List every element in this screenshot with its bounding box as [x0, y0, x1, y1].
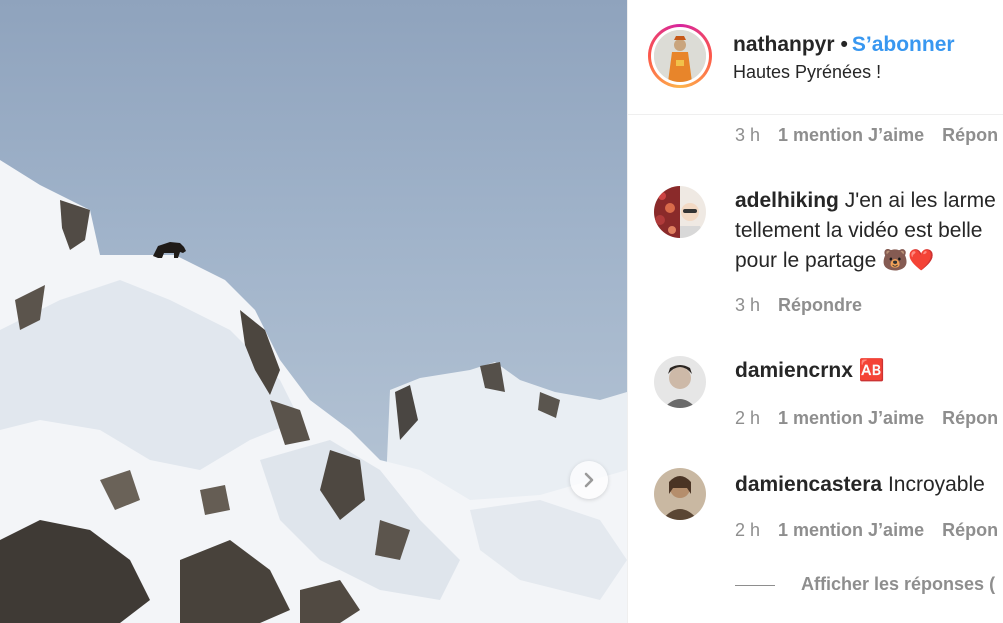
comment-body: adelhiking J'en ai les larme tellement l… — [735, 186, 996, 276]
mountain-illustration — [0, 160, 627, 623]
next-photo-button[interactable] — [570, 461, 608, 499]
comment-text: Incroyable — [887, 473, 985, 496]
likes-count-link[interactable]: 1 mention J’aime — [778, 408, 924, 428]
likes-count-link[interactable]: 1 mention J’aime — [778, 520, 924, 540]
comment-meta-row: 3 h 1 mention J’aime Répon — [735, 125, 1003, 146]
post-photo — [0, 0, 627, 623]
reply-button[interactable]: Répon — [942, 125, 998, 145]
comment-time: 3 h — [735, 125, 761, 145]
avatar[interactable] — [654, 468, 706, 520]
comment-time: 2 h — [735, 408, 761, 428]
owner-username[interactable]: nathanpyr — [733, 33, 835, 56]
story-ring[interactable] — [648, 24, 712, 88]
post-caption: Hautes Pyrénées ! — [733, 62, 882, 82]
comments-panel: nathanpyr • S’abonner Hautes Pyrénées ! 3 … — [627, 0, 1003, 623]
comment-body: damiencastera Incroyable — [735, 470, 985, 500]
post-owner-line: nathanpyr • S’abonner — [733, 33, 955, 57]
likes-count-link[interactable]: 1 mention J’aime — [778, 125, 924, 145]
comment-username[interactable]: adelhiking — [735, 189, 839, 212]
comment-text: 🆎 — [858, 359, 885, 382]
post-header: nathanpyr • S’abonner Hautes Pyrénées ! — [628, 0, 1003, 115]
avatar[interactable] — [654, 30, 706, 82]
comment-text-line: J'en ai les larme — [844, 189, 996, 212]
avatar[interactable] — [654, 186, 706, 238]
comment-body: damiencrnx 🆎 — [735, 356, 885, 386]
commenter-avatar-image — [654, 356, 706, 408]
comment-meta-row: 2 h 1 mention J’aime Répon — [735, 408, 1003, 429]
comment-time: 2 h — [735, 520, 761, 540]
commenter-avatar-image — [654, 186, 706, 238]
follow-button[interactable]: S’abonner — [852, 33, 955, 56]
comment-time: 3 h — [735, 295, 761, 315]
comment-meta-row: 2 h 1 mention J’aime Répon — [735, 520, 1003, 541]
divider-line — [735, 584, 775, 586]
chevron-right-icon — [584, 472, 594, 488]
avatar[interactable] — [654, 356, 706, 408]
reply-button[interactable]: Répon — [942, 408, 998, 428]
separator-dot: • — [840, 33, 848, 56]
comment-meta-row: 3 h Répondre — [735, 295, 880, 316]
view-replies-button[interactable]: Afficher les réponses ( — [735, 574, 995, 595]
comment-text-line: tellement la vidéo est belle — [735, 219, 983, 242]
comment-username[interactable]: damiencrnx — [735, 359, 853, 382]
comment-text-line: pour le partage 🐻❤️ — [735, 249, 935, 272]
reply-button[interactable]: Répon — [942, 520, 998, 540]
owner-avatar-image — [654, 30, 706, 82]
commenter-avatar-image — [654, 468, 706, 520]
view-replies-label: Afficher les réponses ( — [801, 574, 996, 594]
comment-username[interactable]: damiencastera — [735, 473, 882, 496]
reply-button[interactable]: Répondre — [778, 295, 862, 315]
